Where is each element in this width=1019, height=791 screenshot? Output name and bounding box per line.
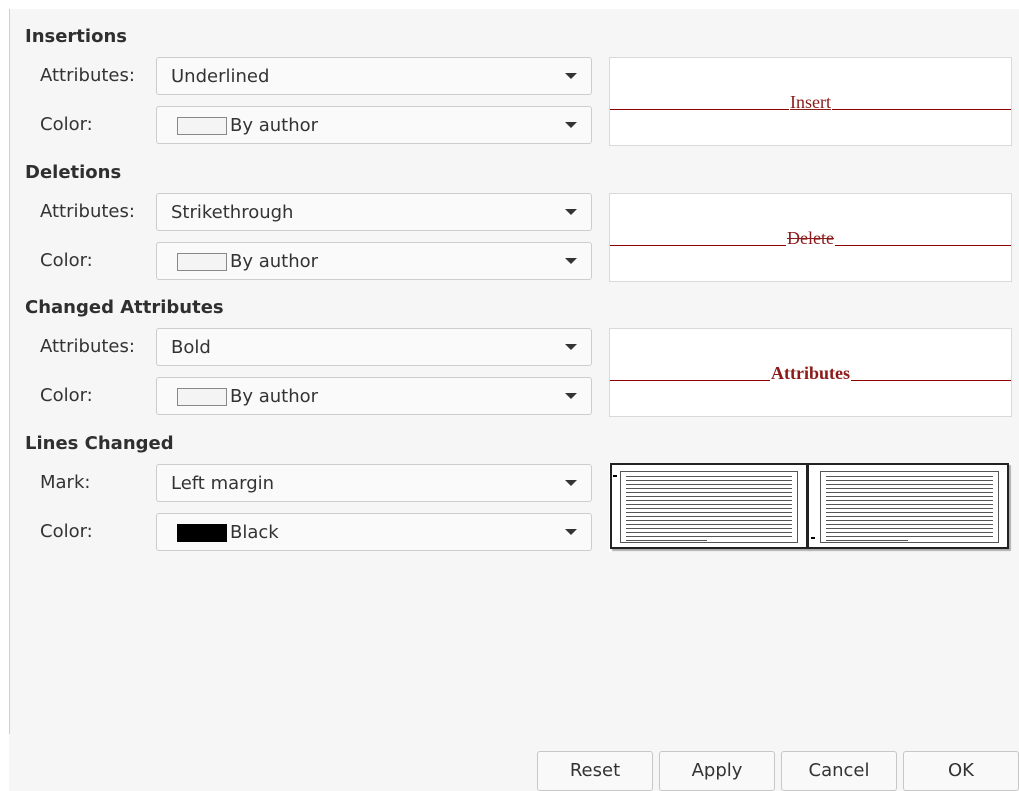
insertions-title: Insertions: [25, 26, 127, 47]
chevron-down-icon: [565, 344, 577, 350]
lines-changed-mark-value: Left margin: [171, 473, 275, 494]
page-thumbnail-left: [610, 463, 808, 549]
page-thumbnail-right: [807, 463, 1009, 549]
insertions-preview-text: Insert: [789, 92, 832, 112]
deletions-attributes-label: Attributes:: [40, 201, 135, 222]
insertions-attributes-dropdown[interactable]: Underlined: [156, 57, 592, 95]
lines-changed-color-value: Black: [230, 522, 279, 543]
deletions-attributes-value: Strikethrough: [171, 202, 294, 223]
lines-changed-mark-label: Mark:: [40, 472, 91, 493]
insertions-attributes-value: Underlined: [171, 66, 270, 87]
ok-button[interactable]: OK: [903, 751, 1019, 791]
chevron-down-icon: [565, 480, 577, 486]
deletions-color-value: By author: [230, 251, 319, 272]
deletions-color-dropdown[interactable]: By author: [156, 242, 592, 280]
lines-changed-title: Lines Changed: [25, 433, 174, 454]
cancel-button[interactable]: Cancel: [781, 751, 897, 791]
lines-changed-mark-dropdown[interactable]: Left margin: [156, 464, 592, 502]
deletions-preview: Delete: [609, 193, 1012, 282]
chevron-down-icon: [565, 258, 577, 264]
lines-changed-color-label: Color:: [40, 521, 93, 542]
color-swatch: [177, 524, 227, 542]
changed-attributes-attributes-label: Attributes:: [40, 336, 135, 357]
chevron-down-icon: [565, 393, 577, 399]
deletions-color-label: Color:: [40, 250, 93, 271]
chevron-down-icon: [565, 209, 577, 215]
insertions-preview: Insert: [609, 57, 1012, 146]
insertions-attributes-label: Attributes:: [40, 65, 135, 86]
color-swatch: [177, 388, 227, 406]
changed-attributes-preview: Attributes: [609, 328, 1012, 417]
deletions-preview-text: Delete: [786, 228, 835, 248]
reset-button[interactable]: Reset: [537, 751, 653, 791]
changed-attributes-preview-text: Attributes: [770, 363, 851, 383]
changed-attributes-color-dropdown[interactable]: By author: [156, 377, 592, 415]
lines-changed-preview: [609, 463, 1012, 552]
margin-mark: [811, 537, 815, 539]
chevron-down-icon: [565, 529, 577, 535]
insertions-color-dropdown[interactable]: By author: [156, 106, 592, 144]
margin-mark: [613, 475, 617, 477]
lines-changed-color-dropdown[interactable]: Black: [156, 513, 592, 551]
apply-button[interactable]: Apply: [659, 751, 775, 791]
color-swatch: [177, 117, 227, 135]
insertions-color-value: By author: [230, 115, 319, 136]
chevron-down-icon: [565, 73, 577, 79]
changed-attributes-color-value: By author: [230, 386, 319, 407]
changed-attributes-color-label: Color:: [40, 385, 93, 406]
chevron-down-icon: [565, 122, 577, 128]
insertions-color-label: Color:: [40, 114, 93, 135]
deletions-title: Deletions: [25, 162, 122, 183]
deletions-attributes-dropdown[interactable]: Strikethrough: [156, 193, 592, 231]
changed-attributes-title: Changed Attributes: [25, 297, 224, 318]
changed-attributes-attributes-dropdown[interactable]: Bold: [156, 328, 592, 366]
divider: [9, 9, 10, 734]
color-swatch: [177, 253, 227, 271]
changed-attributes-attributes-value: Bold: [171, 337, 211, 358]
